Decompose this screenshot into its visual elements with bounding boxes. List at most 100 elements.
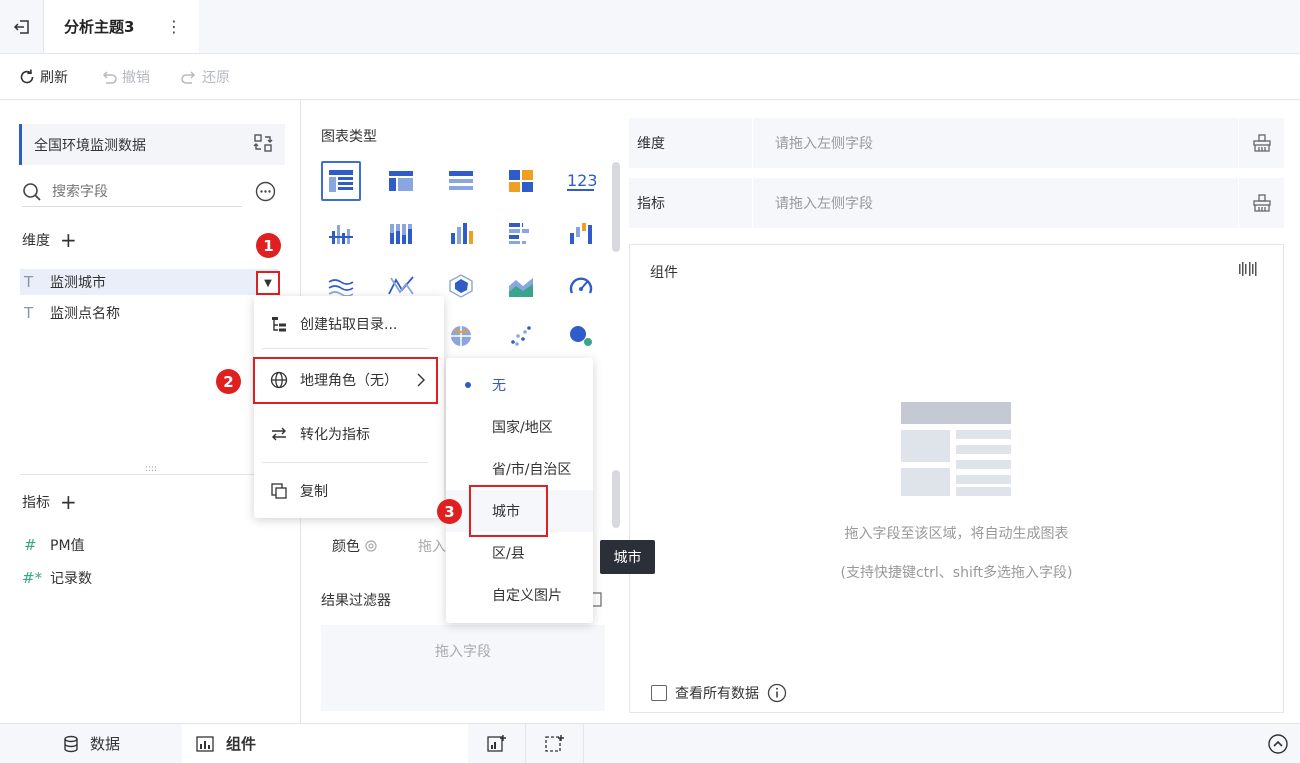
chart-type-area-icon[interactable] [501,266,541,306]
filter-drop-zone[interactable]: 拖入字段 [321,625,605,711]
empty-chart-illustration [901,402,1011,496]
field-item-pm[interactable]: # PM值 [20,532,85,558]
geo-option-country[interactable]: 国家/地区 [446,406,593,448]
measure-row-label: 指标 [629,178,753,228]
step-badge-2: 2 [216,369,241,394]
text-field-icon: T [24,304,34,322]
chart-type-scatter-icon[interactable] [501,316,541,356]
svg-text:123: 123 [567,171,596,190]
add-measure-icon[interactable]: + [60,492,77,512]
field-item-station[interactable]: T 监测点名称 [20,300,120,326]
chart-type-waterfall-icon[interactable] [561,213,601,253]
tab-data-label: 数据 [89,735,120,753]
chart-type-group-bar-icon[interactable] [321,213,361,253]
empty-hint: 拖入字段至该区域，将自动生成图表 [844,526,1069,542]
dataset-name[interactable]: 全国环境监测数据 [19,124,285,165]
step-badge-1: 1 [256,233,281,258]
chart-type-horizontal-bar-icon[interactable] [501,213,541,253]
search-icon [23,183,41,201]
undo-button[interactable]: 撤销 [100,66,150,88]
menu-label: 复制 [300,484,328,500]
redo-button[interactable]: 还原 [180,66,230,88]
dimension-drop-zone[interactable]: 请拖入左侧字段 [753,133,1238,153]
tab-component[interactable]: 组件 [182,724,468,763]
divider [20,474,282,475]
text-field-icon: T [24,273,34,291]
exit-icon [13,19,29,34]
settings-icon[interactable] [364,539,378,553]
menu-label: 创建钻取目录... [300,317,398,333]
geo-option-custom-image[interactable]: 自定义图片 [446,574,593,616]
barcode-icon[interactable] [1238,261,1258,277]
field-name: PM值 [50,538,85,554]
chart-type-radar-icon[interactable] [441,266,481,306]
dimension-drop-row: 维度 请拖入左侧字段 [629,118,1284,168]
chart-type-number-icon[interactable]: 123 [561,161,601,201]
chart-type-stacked-bar-icon[interactable] [381,213,421,253]
menu-item-copy[interactable]: 复制 [254,470,444,512]
dimension-row-label: 维度 [629,118,753,168]
field-item-city[interactable]: T 监测城市 [20,269,278,295]
drill-tree-icon [272,317,286,332]
geo-option-none[interactable]: 无 [446,364,593,406]
search-input[interactable] [52,184,232,200]
tab-data[interactable]: 数据 [0,724,182,763]
clear-icon[interactable] [1238,118,1284,168]
collapse-icon[interactable] [1266,732,1290,756]
view-all-checkbox[interactable] [651,685,667,701]
menu-item-create-drill[interactable]: 创建钻取目录... [254,303,444,345]
field-name: 监测点名称 [50,306,120,322]
add-dimension-icon[interactable]: + [60,230,77,250]
field-item-count[interactable]: #* 记录数 [20,565,92,591]
chart-type-scrollbar[interactable] [612,162,620,252]
undo-label: 撤销 [122,70,150,86]
view-all-data[interactable]: 查看所有数据 [651,683,787,703]
empty-shortcut-hint: (支持快捷键ctrl、shift多选拖入字段) [840,565,1073,581]
info-icon[interactable] [767,683,787,703]
chart-type-kpi-card-icon[interactable] [501,161,541,201]
switch-dataset-icon[interactable] [252,132,274,154]
measures-header: 指标 + [22,491,77,513]
add-chart-icon [486,734,506,752]
field-name: 监测城市 [50,275,106,291]
menu-item-convert-to-measure[interactable]: 转化为指标 [254,413,444,455]
chart-icon [196,735,214,752]
menu-divider [262,348,428,349]
measure-drop-zone[interactable]: 请拖入左侧字段 [753,193,1238,213]
chart-type-map-icon[interactable] [441,316,481,356]
number-field-icon: # [24,536,37,554]
more-options-icon[interactable] [255,181,276,202]
redo-icon [181,71,196,84]
chart-type-detail-icon[interactable] [441,161,481,201]
step-badge-3: 3 [437,499,462,524]
chart-type-table-icon[interactable] [321,161,361,201]
add-filter-component-button[interactable] [526,724,584,763]
chart-type-pivot-icon[interactable] [381,161,421,201]
refresh-button[interactable]: 刷新 [18,66,68,88]
tooltip: 城市 [600,540,655,574]
search-row [22,178,242,207]
add-widget-icon [544,734,564,752]
measures-label: 指标 [22,495,50,511]
color-label: 颜色 [332,536,378,556]
chart-type-bubble-icon[interactable] [561,316,601,356]
add-component-button[interactable] [468,724,526,763]
back-button[interactable] [0,0,44,53]
geo-option-district[interactable]: 区/县 [446,532,593,574]
chart-type-label: 图表类型 [321,129,377,145]
chart-type-column-icon[interactable] [441,213,481,253]
field-dropdown-button[interactable]: ▼ [256,271,280,295]
config-scrollbar[interactable] [612,470,620,528]
tab-component-label: 组件 [226,735,257,753]
chart-type-gauge-icon[interactable] [561,266,601,306]
refresh-label: 刷新 [40,70,68,86]
panel-splitter-handle[interactable]: :::: [141,464,161,474]
color-drop-zone[interactable]: 拖入 [418,536,446,556]
city-option-highlight [469,485,548,537]
result-filter-label: 结果过滤器 [321,593,391,609]
geo-option-province[interactable]: 省/市/自治区 [446,448,593,490]
view-all-label: 查看所有数据 [675,686,759,702]
more-icon[interactable]: ⋮ [164,14,184,38]
clear-icon[interactable] [1238,178,1284,228]
calc-field-icon: #* [22,569,43,587]
